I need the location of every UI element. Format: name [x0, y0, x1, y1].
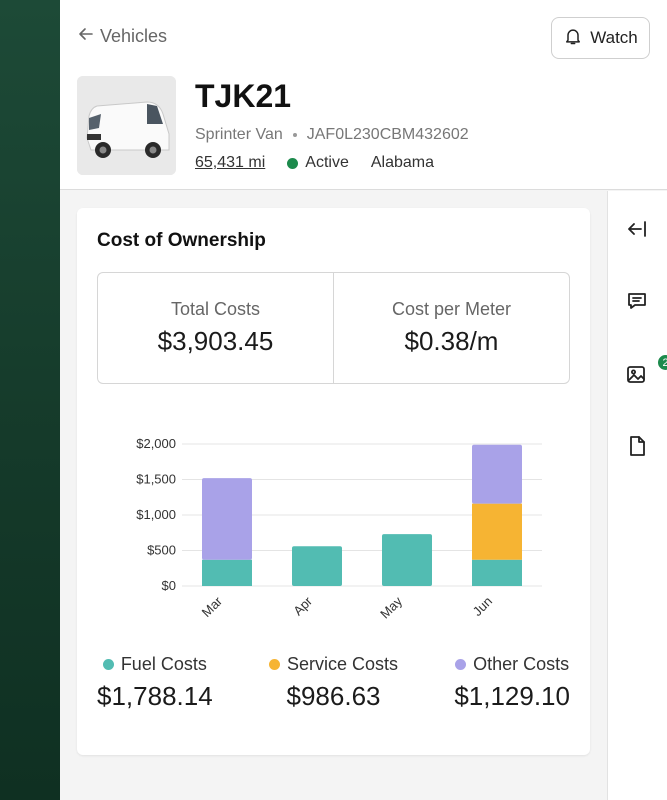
- bar-segment: [382, 534, 432, 586]
- vehicle-meta: Sprinter Van JAF0L230CBM432602: [195, 126, 469, 144]
- watch-button[interactable]: Watch: [551, 17, 650, 59]
- cost-of-ownership-card: Cost of Ownership Total Costs $3,903.45 …: [77, 208, 590, 755]
- odometer-link[interactable]: 65,431 mi: [195, 154, 265, 172]
- vehicle-name: TJK21: [195, 78, 292, 114]
- total-costs-stat: Total Costs $3,903.45: [98, 273, 333, 383]
- bar-segment: [292, 546, 342, 586]
- status-label: Active: [305, 154, 349, 171]
- total-costs-value: $3,903.45: [157, 326, 274, 356]
- vehicle-status-row: 65,431 mi Active Alabama: [195, 154, 434, 172]
- back-link-label: Vehicles: [100, 26, 168, 46]
- y-tick-label: $2,000: [136, 436, 176, 451]
- vehicle-location: Alabama: [370, 154, 434, 171]
- cost-summary: Total Costs $3,903.45 Cost per Meter $0.…: [97, 272, 570, 384]
- photos-icon[interactable]: 2: [625, 354, 667, 388]
- comments-icon[interactable]: [625, 289, 651, 315]
- cost-legend: Fuel Costs $1,788.14 Service Costs $986.…: [97, 654, 570, 712]
- cost-bar-chart: $0 $500 $1,000 $1,500 $2,000 Mar Apr May Jun: [136, 436, 542, 621]
- back-link[interactable]: Vehicles: [78, 26, 167, 47]
- legend-label: Fuel Costs: [120, 654, 207, 674]
- status-dot-icon: [287, 157, 299, 169]
- cost-per-meter-label: Cost per Meter: [391, 299, 512, 319]
- cost-per-meter-value: $0.38/m: [404, 326, 499, 356]
- y-tick-label: $0: [162, 578, 176, 593]
- documents-icon[interactable]: [625, 434, 651, 460]
- status-badge: Active: [287, 154, 349, 172]
- x-tick-label: Apr: [290, 593, 315, 618]
- y-tick-label: $1,000: [136, 507, 176, 522]
- other-dot-icon: [455, 659, 467, 670]
- legend-label: Other Costs: [473, 654, 570, 674]
- legend-value: $1,129.10: [454, 681, 570, 711]
- app-sidebar: [0, 0, 60, 800]
- right-rail: 2: [607, 191, 667, 800]
- vehicle-header: Vehicles Watch TJK21 Sprinter Van JAF0L2…: [60, 0, 667, 190]
- fuel-dot-icon: [102, 659, 114, 670]
- cost-per-meter-stat: Cost per Meter $0.38/m: [333, 273, 569, 383]
- bar-segment: [472, 503, 522, 560]
- watch-label: Watch: [590, 28, 638, 47]
- vehicle-model: Sprinter Van: [195, 126, 283, 143]
- bell-icon: [563, 26, 583, 51]
- x-tick-label: Mar: [199, 593, 226, 620]
- service-dot-icon: [268, 659, 280, 670]
- legend-item-other: Other Costs $1,129.10: [454, 654, 570, 712]
- photos-count-badge: 2: [657, 354, 667, 371]
- vehicle-photo[interactable]: [77, 76, 176, 175]
- vehicle-vin: JAF0L230CBM432602: [306, 126, 469, 143]
- separator-dot: [292, 133, 297, 137]
- legend-item-fuel: Fuel Costs $1,788.14: [97, 654, 213, 712]
- bar-segment: [202, 559, 252, 586]
- van-image: [77, 76, 176, 175]
- arrow-left-icon: [78, 26, 94, 47]
- bar-segment: [202, 478, 252, 560]
- collapse-panel-icon[interactable]: [625, 217, 651, 243]
- bar-segment: [472, 444, 522, 504]
- bar-segment: [472, 559, 522, 586]
- y-tick-label: $500: [147, 543, 176, 558]
- y-tick-label: $1,500: [136, 472, 176, 487]
- legend-item-service: Service Costs $986.63: [268, 654, 399, 712]
- card-title: Cost of Ownership: [97, 230, 266, 251]
- legend-value: $986.63: [286, 681, 381, 711]
- legend-label: Service Costs: [286, 654, 399, 674]
- legend-value: $1,788.14: [97, 681, 213, 711]
- x-tick-label: May: [377, 593, 405, 621]
- total-costs-label: Total Costs: [170, 299, 261, 319]
- x-tick-label: Jun: [470, 594, 495, 619]
